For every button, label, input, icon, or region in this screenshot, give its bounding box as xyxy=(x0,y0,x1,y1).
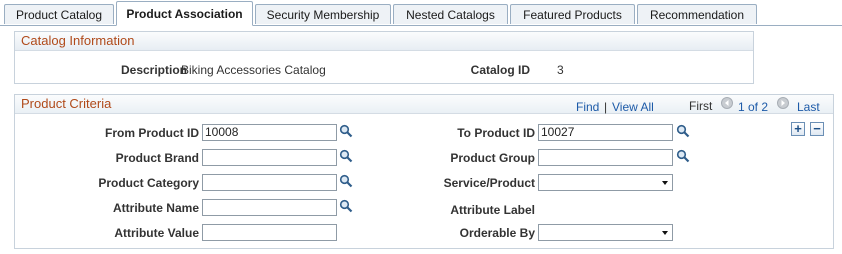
product-group-input[interactable] xyxy=(538,149,673,166)
orderable-by-label: Orderable By xyxy=(459,226,535,240)
attribute-name-input[interactable] xyxy=(202,199,337,216)
service-product-select[interactable] xyxy=(538,174,673,191)
attribute-label-label: Attribute Label xyxy=(450,203,535,217)
catalog-id-label: Catalog ID xyxy=(470,63,530,77)
tab-label: Product Catalog xyxy=(15,8,103,22)
tab-label: Security Membership xyxy=(266,8,380,22)
service-product-label: Service/Product xyxy=(443,176,535,190)
tab-label: Featured Products xyxy=(523,8,622,22)
previous-icon[interactable] xyxy=(721,97,733,109)
to-product-id-label: To Product ID xyxy=(457,126,535,140)
section-header: Catalog Information xyxy=(15,32,753,51)
product-brand-lookup-icon[interactable] xyxy=(339,149,353,163)
to-product-id-lookup-icon[interactable] xyxy=(676,124,690,138)
section-title: Product Criteria xyxy=(21,96,112,111)
product-category-lookup-icon[interactable] xyxy=(339,174,353,188)
tab-recommendation[interactable]: Recommendation xyxy=(637,4,757,24)
product-category-label: Product Category xyxy=(98,176,199,190)
delete-row-button[interactable]: − xyxy=(810,122,824,136)
next-icon[interactable] xyxy=(777,97,789,109)
product-brand-label: Product Brand xyxy=(115,151,199,165)
product-group-label: Product Group xyxy=(450,151,535,165)
tab-security-membership[interactable]: Security Membership xyxy=(255,4,391,24)
tab-label: Recommendation xyxy=(649,8,745,22)
catalog-id-value: 3 xyxy=(557,63,564,77)
product-criteria-section: Product Criteria Find | View All First 1… xyxy=(14,94,834,249)
product-group-lookup-icon[interactable] xyxy=(676,149,690,163)
product-category-input[interactable] xyxy=(202,174,337,191)
section-title: Catalog Information xyxy=(21,33,135,48)
orderable-by-select[interactable] xyxy=(538,224,673,241)
tab-bar: Product Catalog Product Association Secu… xyxy=(0,0,842,26)
description-label: Description xyxy=(120,63,187,77)
attribute-value-input[interactable] xyxy=(202,224,337,241)
attribute-name-lookup-icon[interactable] xyxy=(339,199,353,213)
chevron-down-icon xyxy=(662,181,668,185)
from-product-id-input[interactable]: 10008 xyxy=(202,124,337,141)
chevron-down-icon xyxy=(662,231,668,235)
catalog-information-section: Catalog Information Description Biking A… xyxy=(14,31,754,84)
nav-separator: | xyxy=(604,100,608,114)
from-product-id-lookup-icon[interactable] xyxy=(339,124,353,138)
tab-product-catalog[interactable]: Product Catalog xyxy=(4,4,114,24)
attribute-name-label: Attribute Name xyxy=(112,201,199,215)
tab-nested-catalogs[interactable]: Nested Catalogs xyxy=(393,4,508,24)
last-link[interactable]: Last xyxy=(797,100,820,114)
tab-label: Nested Catalogs xyxy=(406,8,495,22)
description-value: Biking Accessories Catalog xyxy=(181,63,326,77)
attribute-value-label: Attribute Value xyxy=(114,226,199,240)
from-product-id-label: From Product ID xyxy=(104,126,199,140)
find-link[interactable]: Find xyxy=(576,100,599,114)
to-product-id-input[interactable]: 10027 xyxy=(538,124,673,141)
row-count: 1 of 2 xyxy=(738,100,769,114)
add-row-button[interactable]: + xyxy=(791,122,805,136)
view-all-link[interactable]: View All xyxy=(612,100,654,114)
tab-featured-products[interactable]: Featured Products xyxy=(510,4,635,24)
tab-product-association[interactable]: Product Association xyxy=(116,1,253,26)
product-brand-input[interactable] xyxy=(202,149,337,166)
first-label: First xyxy=(689,99,713,113)
tab-label: Product Association xyxy=(126,7,243,21)
